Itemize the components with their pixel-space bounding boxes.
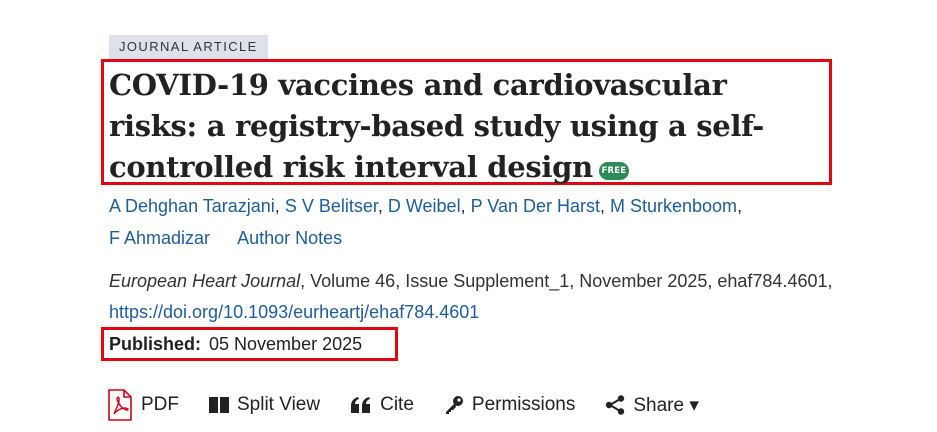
citation-details: , Volume 46, Issue Supplement_1, Novembe… [300,271,833,291]
published-date: 05 November 2025 [209,334,363,354]
published-date-row: Published: 05 November 2025 [109,331,362,357]
split-view-label: Split View [237,394,321,415]
author-link[interactable]: M Sturkenboom [610,196,737,216]
split-view-button[interactable]: Split View [209,394,320,416]
permissions-label: Permissions [471,394,576,415]
author-link[interactable]: P Van Der Harst [471,196,600,216]
published-label: Published: [109,334,202,354]
author-list: A Dehghan Tarazjani, S V Belitser, D Wei… [109,196,743,248]
author-link[interactable]: A Dehghan Tarazjani [109,196,275,216]
pdf-icon [107,389,133,421]
doi-link[interactable]: https://doi.org/10.1093/eurheartj/ehaf78… [109,302,479,322]
author-link[interactable]: F Ahmadizar [109,228,210,248]
pdf-label: PDF [141,394,179,415]
author-notes-link[interactable]: Author Notes [237,228,342,248]
article-title: COVID-19 vaccines and cardiovascular ris… [109,65,824,188]
share-label: Share ▾ [633,394,699,416]
free-access-icon: FREE [598,162,629,180]
cite-button[interactable]: Cite [350,394,414,416]
article-type-badge: JOURNAL ARTICLE [109,35,268,59]
permissions-button[interactable]: Permissions [444,394,575,416]
author-link[interactable]: S V Belitser [285,196,378,216]
citation: European Heart Journal, Volume 46, Issue… [109,266,909,328]
key-icon [444,395,464,415]
share-button[interactable]: Share ▾ [605,394,699,417]
cite-label: Cite [380,394,414,415]
split-view-icon [209,397,229,413]
author-link[interactable]: D Weibel [388,196,461,216]
share-icon [605,395,625,415]
pdf-button[interactable]: PDF [107,389,179,421]
journal-name: European Heart Journal [109,271,301,291]
article-title-text: COVID-19 vaccines and cardiovascular ris… [109,68,765,184]
cite-quote-icon [350,397,372,413]
article-toolbar: PDF Split View Cite Permissions Share ▾ [107,388,729,422]
